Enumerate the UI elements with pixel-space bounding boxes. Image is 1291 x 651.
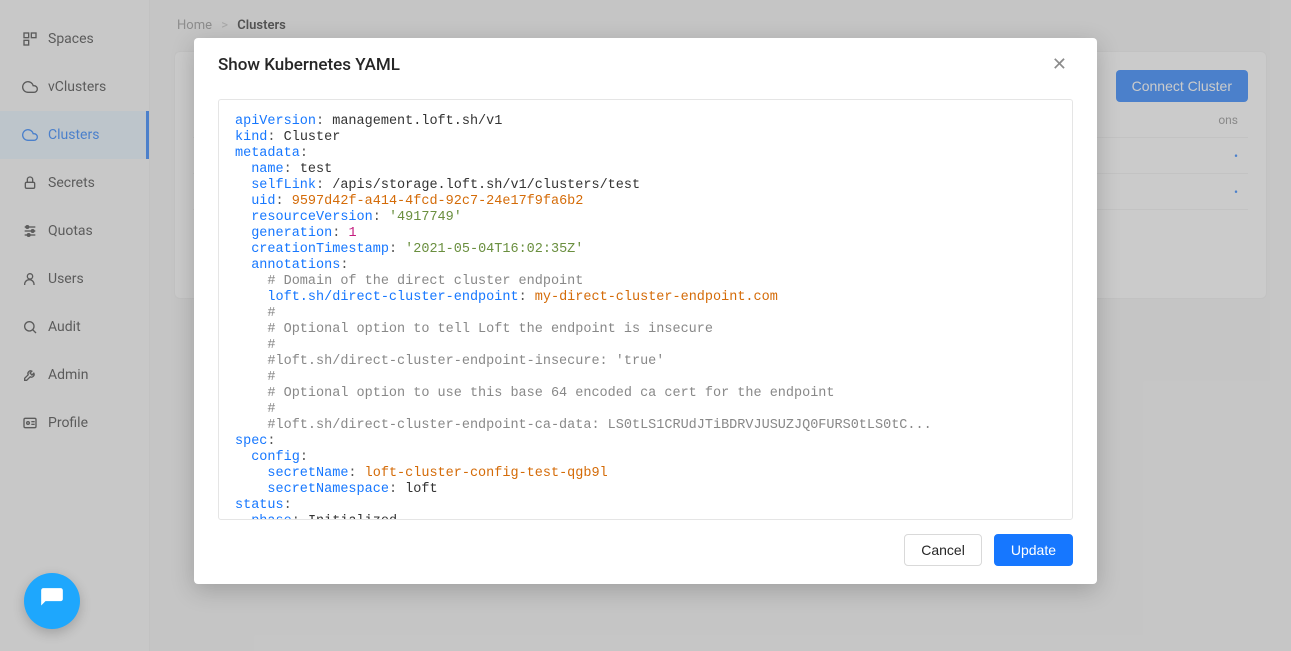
update-button[interactable]: Update bbox=[994, 534, 1073, 566]
chat-icon bbox=[39, 586, 65, 616]
modal-title: Show Kubernetes YAML bbox=[218, 55, 400, 75]
yaml-editor[interactable]: apiVersion: management.loft.sh/v1 kind: … bbox=[218, 99, 1073, 520]
cancel-button[interactable]: Cancel bbox=[904, 534, 982, 566]
modal-wrap: Show Kubernetes YAML ✕ apiVersion: manag… bbox=[0, 0, 1291, 651]
modal-footer: Cancel Update bbox=[194, 520, 1097, 584]
close-icon[interactable]: ✕ bbox=[1046, 52, 1073, 77]
modal-header: Show Kubernetes YAML ✕ bbox=[194, 38, 1097, 91]
yaml-modal: Show Kubernetes YAML ✕ apiVersion: manag… bbox=[194, 38, 1097, 584]
chat-widget-button[interactable] bbox=[24, 573, 80, 629]
modal-body: apiVersion: management.loft.sh/v1 kind: … bbox=[194, 91, 1097, 520]
